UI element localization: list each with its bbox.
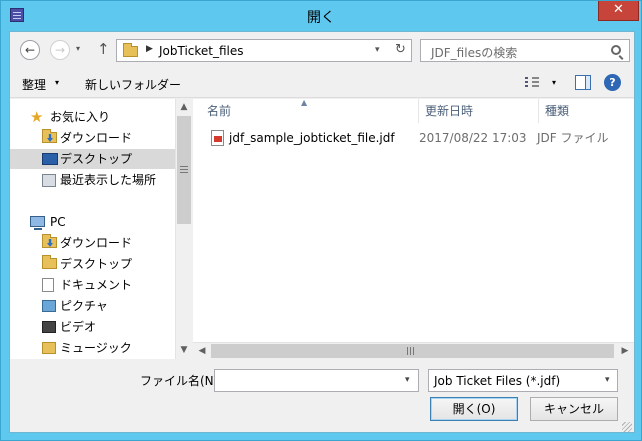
file-type: JDF ファイル [537, 131, 609, 145]
download-folder-icon [42, 234, 57, 248]
sidebar-item-pc-pictures[interactable]: ピクチャ [10, 296, 175, 316]
column-header-label: 名前 [207, 104, 232, 118]
scroll-left-icon[interactable]: ◀ [194, 343, 210, 359]
navigation-bar: ← → ▾ ↑ ▶ JobTicket_files ▾ ↻ JDF_filesの… [10, 32, 634, 68]
scrollbar-thumb[interactable] [177, 116, 191, 224]
sidebar-item-recent-places[interactable]: 最近表示した場所 [10, 170, 175, 190]
scroll-down-icon[interactable]: ▼ [176, 342, 192, 358]
sidebar-item-downloads[interactable]: ダウンロード [10, 128, 175, 148]
new-folder-button[interactable]: 新しいフォルダー [85, 76, 181, 93]
back-button[interactable]: ← [20, 40, 40, 60]
column-header-label: 更新日時 [425, 104, 474, 118]
sidebar-item-label: ダウンロード [60, 131, 133, 145]
jdf-file-icon [211, 130, 224, 146]
search-placeholder: JDF_filesの検索 [431, 46, 518, 60]
column-header-name[interactable]: ▲ 名前 [193, 98, 419, 123]
navigation-pane: ★ お気に入り ダウンロード デスクトップ 最近表示した場所 PC ダウンロード… [10, 99, 175, 359]
refresh-icon[interactable]: ↻ [395, 42, 406, 57]
command-toolbar: 整理 ▾ 新しいフォルダー ▾ ? [10, 68, 634, 98]
file-name: jdf_sample_jobticket_file.jdf [229, 131, 395, 145]
file-list-horizontal-scrollbar[interactable]: ◀ ▶ [193, 342, 634, 359]
column-header-type[interactable]: 種類 [539, 99, 634, 123]
sort-ascending-icon: ▲ [301, 98, 308, 107]
sidebar-item-label: ビデオ [60, 320, 97, 334]
resize-grip[interactable] [622, 422, 632, 432]
scrollbar-thumb[interactable] [211, 344, 614, 358]
sidebar-item-label: お気に入り [50, 110, 111, 124]
filetype-value: Job Ticket Files (*.jdf) [434, 374, 561, 388]
sidebar-item-pc-desktop[interactable]: デスクトップ [10, 254, 175, 274]
title-bar[interactable]: 開く ✕ [1, 1, 641, 31]
scroll-right-icon[interactable]: ▶ [617, 343, 633, 359]
videos-icon [42, 321, 56, 333]
chevron-down-icon[interactable]: ▾ [375, 45, 380, 55]
sidebar-item-pc-downloads[interactable]: ダウンロード [10, 233, 175, 253]
pictures-icon [42, 300, 56, 312]
address-path[interactable]: JobTicket_files [159, 44, 244, 58]
sidebar-item-label: デスクトップ [60, 257, 133, 271]
sidebar-item-label: 最近表示した場所 [60, 173, 157, 187]
address-bar[interactable]: ▶ JobTicket_files ▾ ↻ [116, 39, 412, 62]
sidebar-item-label: ピクチャ [60, 299, 108, 313]
sidebar-item-pc[interactable]: PC [10, 212, 175, 232]
recent-places-icon [42, 174, 56, 187]
close-button[interactable]: ✕ [598, 1, 639, 21]
sidebar-item-label: PC [50, 215, 66, 229]
chevron-right-icon[interactable]: ▶ [146, 44, 153, 54]
sidebar-item-label: ミュージック [60, 341, 132, 355]
filename-label: ファイル名(N): [140, 374, 223, 388]
sidebar-item-favorites[interactable]: ★ お気に入り [10, 107, 175, 127]
music-icon [42, 342, 56, 354]
filename-input[interactable]: ▾ [214, 369, 419, 392]
sidebar-item-pc-documents[interactable]: ドキュメント [10, 275, 175, 295]
open-file-dialog: 開く ✕ ← → ▾ ↑ ▶ JobTicket_files ▾ ↻ JDF_f… [0, 0, 642, 441]
help-icon[interactable]: ? [604, 74, 621, 91]
chevron-down-icon[interactable]: ▾ [605, 375, 610, 385]
cancel-button[interactable]: キャンセル [530, 397, 618, 421]
sidebar-item-pc-music[interactable]: ミュージック [10, 338, 175, 358]
folder-icon [123, 43, 138, 57]
documents-icon [42, 278, 54, 292]
scroll-up-icon[interactable]: ▲ [176, 99, 192, 115]
sidebar-item-label: ダウンロード [60, 236, 133, 250]
navigation-pane-scrollbar[interactable]: ▲ ▼ [175, 99, 192, 359]
star-icon: ★ [30, 108, 44, 126]
recent-locations-dropdown-icon[interactable]: ▾ [76, 44, 80, 53]
filetype-select[interactable]: Job Ticket Files (*.jdf) ▾ [428, 369, 618, 392]
column-header-label: 種類 [545, 104, 570, 118]
chevron-down-icon[interactable]: ▾ [405, 375, 410, 385]
up-button[interactable]: ↑ [97, 40, 110, 58]
organize-button[interactable]: 整理 [22, 76, 46, 93]
file-list: ▲ 名前 更新日時 種類 jdf_sample_jobticket_file.j… [193, 98, 634, 359]
window-title: 開く [307, 10, 335, 26]
sidebar-item-label: デスクトップ [60, 152, 133, 166]
sidebar-item-desktop[interactable]: デスクトップ [10, 149, 175, 169]
dialog-body: ← → ▾ ↑ ▶ JobTicket_files ▾ ↻ JDF_filesの… [9, 31, 635, 433]
search-input[interactable]: JDF_filesの検索 [420, 39, 630, 62]
sidebar-item-label: ドキュメント [60, 278, 133, 292]
desktop-folder-icon [42, 255, 57, 269]
view-dropdown-icon[interactable]: ▾ [552, 78, 556, 87]
search-icon[interactable] [611, 45, 621, 55]
open-button[interactable]: 開く(O) [430, 397, 518, 421]
column-header-date[interactable]: 更新日時 [419, 99, 539, 123]
sidebar-item-pc-videos[interactable]: ビデオ [10, 317, 175, 337]
file-date: 2017/08/22 17:03 [419, 131, 527, 145]
desktop-icon [42, 153, 58, 165]
download-folder-icon [42, 129, 57, 143]
chevron-down-icon[interactable]: ▾ [55, 78, 59, 87]
file-row[interactable]: jdf_sample_jobticket_file.jdf 2017/08/22… [203, 127, 623, 149]
pc-icon [30, 216, 45, 230]
view-options-icon[interactable] [525, 76, 539, 89]
forward-button[interactable]: → [50, 40, 70, 60]
preview-pane-icon[interactable] [575, 75, 591, 90]
